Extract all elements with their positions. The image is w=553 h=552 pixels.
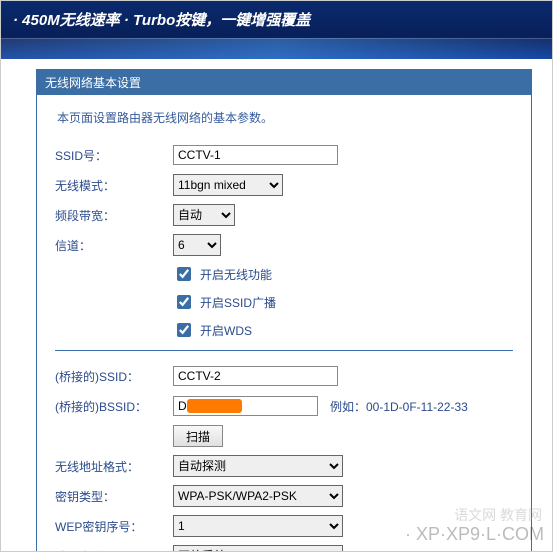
ssid-input[interactable] [173, 145, 338, 165]
bssid-example: 例如：00-1D-0F-11-22-33 [330, 398, 468, 415]
addr-format-select[interactable]: 自动探测 [173, 455, 343, 477]
auth-type-select[interactable]: 开放系统 [173, 545, 343, 552]
bridge-ssid-input[interactable] [173, 366, 338, 386]
auth-type-label: 认证类型： [55, 548, 173, 552]
bandwidth-label: 频段带宽： [55, 207, 173, 224]
divider [55, 350, 513, 351]
ssid-label: SSID号： [55, 147, 173, 164]
mode-label: 无线模式： [55, 177, 173, 194]
wep-index-select[interactable]: 1 [173, 515, 343, 537]
wep-index-label: WEP密钥序号： [55, 518, 173, 535]
key-type-select[interactable]: WPA-PSK/WPA2-PSK [173, 485, 343, 507]
enable-ssid-broadcast-checkbox[interactable] [177, 295, 191, 309]
panel-title: 无线网络基本设置 [37, 70, 531, 95]
redacted-mask [187, 399, 242, 413]
scan-button[interactable]: 扫描 [173, 425, 223, 447]
top-banner: · 450M无线速率 · Turbo按键，一键增强覆盖 [1, 1, 552, 59]
channel-label: 信道： [55, 237, 173, 254]
enable-wds-label: 开启WDS [200, 322, 252, 339]
bridge-ssid-label: (桥接的)SSID： [55, 368, 173, 385]
enable-wireless-checkbox[interactable] [177, 267, 191, 281]
addr-format-label: 无线地址格式： [55, 458, 173, 475]
enable-wireless-label: 开启无线功能 [200, 266, 272, 283]
settings-panel: 无线网络基本设置 本页面设置路由器无线网络的基本参数。 SSID号： 无线模式：… [36, 69, 532, 552]
enable-wds-checkbox[interactable] [177, 323, 191, 337]
bridge-bssid-label: (桥接的)BSSID： [55, 398, 173, 415]
enable-ssid-broadcast-label: 开启SSID广播 [200, 294, 276, 311]
bandwidth-select[interactable]: 自动 [173, 204, 235, 226]
channel-select[interactable]: 6 [173, 234, 221, 256]
panel-description: 本页面设置路由器无线网络的基本参数。 [57, 109, 513, 126]
key-type-label: 密钥类型： [55, 488, 173, 505]
mode-select[interactable]: 11bgn mixed [173, 174, 283, 196]
banner-text: · 450M无线速率 · Turbo按键，一键增强覆盖 [13, 12, 310, 29]
